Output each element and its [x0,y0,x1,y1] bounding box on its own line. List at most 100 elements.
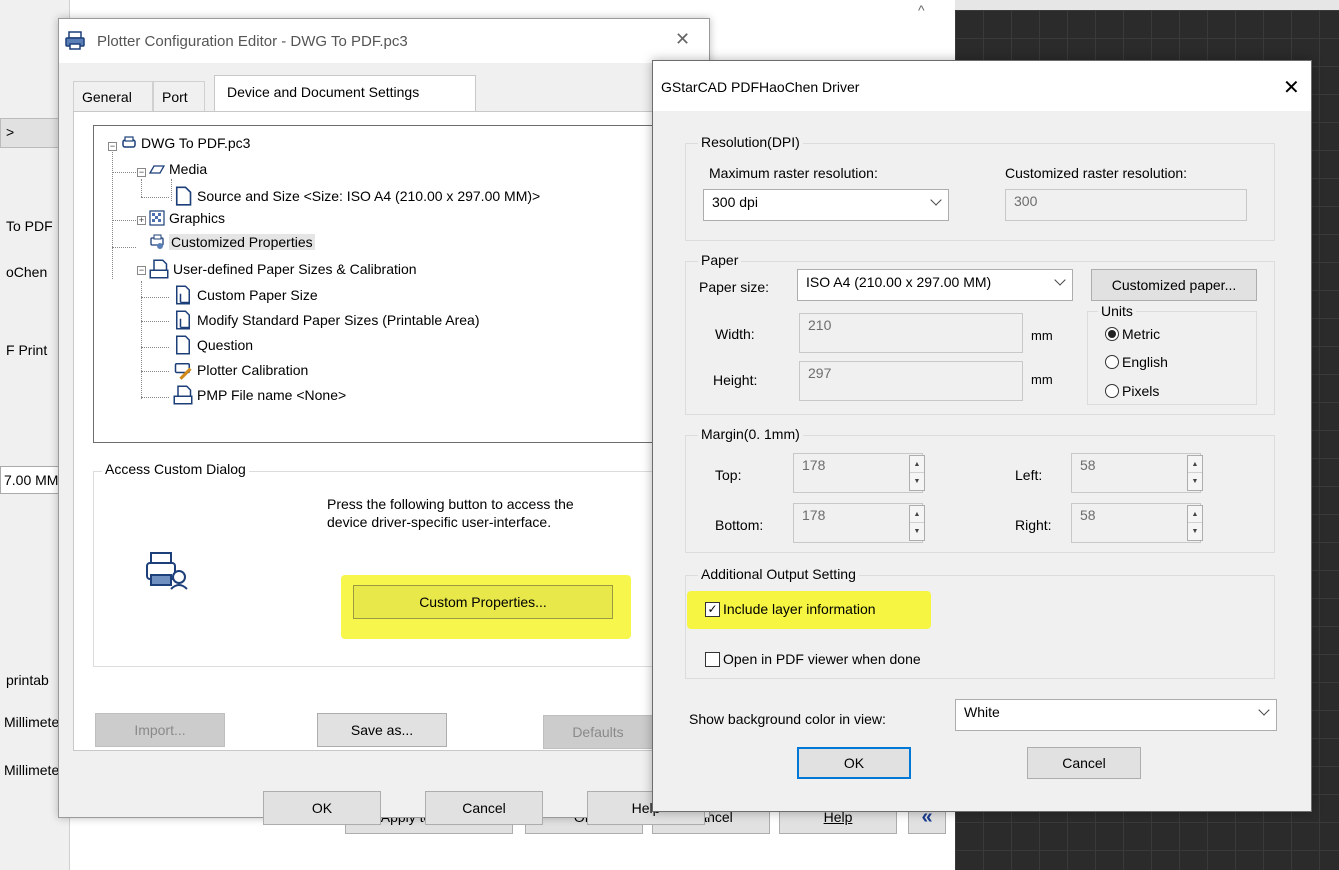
tree-item-root[interactable]: DWG To PDF.pc3 [121,135,250,151]
width-field[interactable]: 210 [799,313,1023,353]
margin-top-label: Top: [715,467,742,483]
tree-item-label: Media [169,161,208,177]
margin-bottom-stepper[interactable]: ▲ ▼ [909,505,925,541]
paper-size-value: ISO A4 (210.00 x 297.00 MM) [806,274,992,290]
tab-device-document-settings[interactable]: Device and Document Settings [214,75,476,113]
calibration-icon [174,363,192,380]
tree-item-label: Plotter Calibration [197,362,309,378]
driver-cancel-button[interactable]: Cancel [1027,747,1141,779]
graphics-icon [149,210,165,226]
height-unit: mm [1031,372,1053,387]
tree-item-media[interactable]: Media [149,161,207,177]
margin-left-label: Left: [1015,467,1043,483]
height-label: Height: [713,372,758,388]
tree-item-label: Custom Paper Size [197,287,318,303]
radio-icon [1105,384,1119,398]
margin-right-field[interactable]: 58 [1071,503,1201,543]
radio-metric[interactable]: Metric [1105,326,1160,342]
tree-item-label: DWG To PDF.pc3 [141,135,251,151]
import-button[interactable]: Import... [95,713,225,747]
include-layer-checkbox[interactable]: ✓ Include layer information [705,601,876,617]
access-group-title: Access Custom Dialog [102,461,249,477]
tree-item-modify-standard[interactable]: Modify Standard Paper Sizes (Printable A… [173,310,479,330]
max-resolution-select[interactable]: 300 dpi [703,189,949,221]
max-resolution-label: Maximum raster resolution: [709,165,878,181]
driver-dialog: GStarCAD PDFHaoChen Driver ✕ Resolution(… [652,60,1312,812]
paper-stack-icon [173,385,193,405]
tab-port[interactable]: Port [153,81,205,111]
radio-selected-icon [1105,327,1119,341]
chevron-down-icon [930,194,942,206]
tree-item-label: Question [197,337,254,353]
margin-group-title: Margin(0. 1mm) [698,426,803,442]
tree-expand-icon[interactable]: − [137,168,146,177]
tree-expand-icon[interactable]: − [137,266,146,275]
printer-icon [122,136,136,148]
tree-item-question[interactable]: Question [173,335,253,355]
width-unit: mm [1031,328,1053,343]
tree-item-label: Modify Standard Paper Sizes (Printable A… [197,312,480,328]
driver-ok-button[interactable]: OK [797,747,911,779]
plotter-config-window: Plotter Configuration Editor - DWG To PD… [58,18,710,825]
paper-stack-icon [149,259,169,279]
max-resolution-value: 300 dpi [712,194,758,210]
tree-item-customized-properties[interactable]: Customized Properties [149,234,315,250]
collapse-caret-icon[interactable]: ^ [918,2,925,18]
tree-item-pmp-file[interactable]: PMP File name <None> [173,385,346,405]
bg-fragment: To PDF [6,218,53,234]
checkbox-icon [705,651,720,667]
paper-group-title: Paper [698,252,742,268]
radio-label: Metric [1122,326,1161,342]
margin-top-field[interactable]: 178 [793,453,923,493]
plotter-window-title: Plotter Configuration Editor - DWG To PD… [97,33,408,50]
bg-color-select[interactable]: White [955,699,1277,731]
plotter-icon [65,31,85,50]
tree-item-source-size[interactable]: Source and Size <Size: ISO A4 (210.00 x … [173,186,540,206]
tree-item-label: Customized Properties [169,234,315,250]
driver-dialog-title: GStarCAD PDFHaoChen Driver [661,79,860,95]
margin-right-stepper[interactable]: ▲ ▼ [1187,505,1203,541]
margin-bottom-label: Bottom: [715,517,764,533]
bg-fragment: Millimete [4,762,60,778]
tree-item-plotter-calibration[interactable]: Plotter Calibration [173,360,308,380]
save-as-button[interactable]: Save as... [317,713,447,747]
radio-english[interactable]: English [1105,354,1168,370]
document-icon [175,186,192,206]
margin-top-stepper[interactable]: ▲ ▼ [909,455,925,491]
plotter-cancel-button[interactable]: Cancel [425,791,543,825]
paper-size-select[interactable]: ISO A4 (210.00 x 297.00 MM) [797,269,1073,301]
margin-bottom-field[interactable]: 178 [793,503,923,543]
bg-fragment: oChen [6,264,48,280]
tree-item-label: Source and Size <Size: ISO A4 (210.00 x … [197,188,541,204]
radio-pixels[interactable]: Pixels [1105,383,1159,399]
tree-item-graphics[interactable]: Graphics [149,210,225,226]
radio-label: English [1122,354,1168,370]
tree-item-custom-paper-size[interactable]: Custom Paper Size [173,285,318,305]
media-icon [149,165,165,174]
driver-close-icon[interactable]: ✕ [1283,75,1300,100]
tree-item-user-paper[interactable]: User-defined Paper Sizes & Calibration [149,259,417,279]
tree-item-label: PMP File name <None> [197,387,347,403]
custom-properties-button[interactable]: Custom Properties... [353,585,613,619]
checkbox-checked-icon: ✓ [705,601,720,617]
defaults-button[interactable]: Defaults [543,715,653,749]
plotter-close-icon[interactable]: ✕ [675,29,690,50]
custom-resolution-field[interactable]: 300 [1005,189,1247,221]
bg-color-value: White [964,704,1000,720]
include-layer-label: Include layer information [723,601,876,617]
chevron-down-icon [1258,704,1270,716]
customized-paper-button[interactable]: Customized paper... [1091,269,1257,301]
tree-expand-icon[interactable]: − [108,142,117,151]
margin-left-field[interactable]: 58 [1071,453,1201,493]
height-field[interactable]: 297 [799,361,1023,401]
radio-label: Pixels [1122,383,1160,399]
margin-right-label: Right: [1015,517,1052,533]
cad-top-strip [955,0,1339,10]
tree-expand-icon[interactable]: + [137,216,146,225]
open-viewer-checkbox[interactable]: Open in PDF viewer when done [705,651,921,667]
plotter-ok-button[interactable]: OK [263,791,381,825]
resolution-group-title: Resolution(DPI) [698,134,803,150]
tab-general[interactable]: General [73,81,153,111]
bg-fragment: 7.00 MM [4,472,59,488]
margin-left-stepper[interactable]: ▲ ▼ [1187,455,1203,491]
